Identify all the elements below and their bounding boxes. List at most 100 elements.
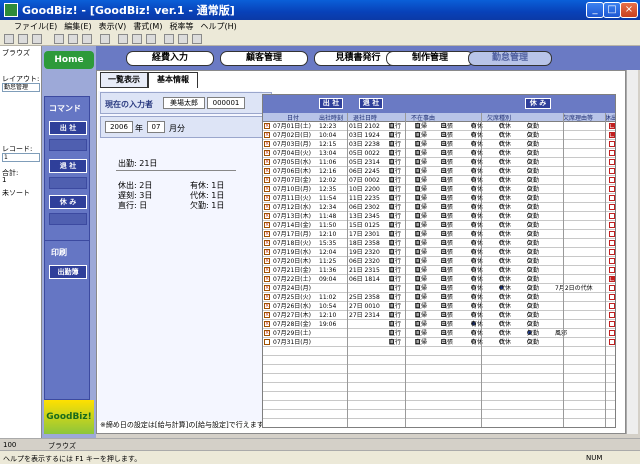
delete-row-icon[interactable]: × xyxy=(264,276,270,282)
delete-row-icon[interactable]: × xyxy=(264,231,270,237)
holiday-checkbox[interactable] xyxy=(609,330,615,336)
row-checkin-time[interactable]: 10:54 xyxy=(319,303,336,311)
delete-row-icon[interactable]: × xyxy=(264,213,270,219)
menu-help[interactable]: ヘルプ(H) xyxy=(200,21,236,32)
row-checkin-time[interactable]: 12:23 xyxy=(319,123,336,131)
row-checkout-time[interactable]: 18日 2358 xyxy=(349,240,380,248)
holiday-checkbox[interactable] xyxy=(609,195,615,201)
row-checkout-time[interactable]: 17日 2301 xyxy=(349,231,380,239)
user-name-field[interactable]: 美場太郎 xyxy=(163,97,205,109)
holiday-checkbox[interactable] xyxy=(609,186,615,192)
align-icon[interactable] xyxy=(164,34,174,44)
delete-row-icon[interactable]: × xyxy=(264,177,270,183)
delete-row-icon[interactable]: × xyxy=(264,285,270,291)
checkout-button[interactable]: 退 社 xyxy=(49,159,87,173)
month-field[interactable]: 07 xyxy=(147,121,165,133)
menu-edit[interactable]: 編集(E) xyxy=(64,21,91,32)
tab-basic-info[interactable]: 基本情報 xyxy=(148,72,198,88)
holiday-checkbox[interactable]: ■ xyxy=(609,123,615,129)
delete-row-icon[interactable]: × xyxy=(264,267,270,273)
record-icon[interactable] xyxy=(118,34,128,44)
row-checkout-time[interactable]: 11日 2235 xyxy=(349,195,380,203)
row-checkin-time[interactable]: 11:25 xyxy=(319,258,336,266)
copy-icon[interactable] xyxy=(68,34,78,44)
row-checkout-time[interactable]: 21日 2315 xyxy=(349,267,380,275)
holiday-checkbox[interactable] xyxy=(609,204,615,210)
row-checkout-time[interactable]: 06日 2320 xyxy=(349,258,380,266)
row-checkout-time[interactable]: 27日 2314 xyxy=(349,312,380,320)
row-checkout-time[interactable]: 19日 2320 xyxy=(349,249,380,257)
row-checkout-time[interactable]: 15日 0125 xyxy=(349,222,380,230)
holiday-checkbox[interactable] xyxy=(609,294,615,300)
delete-row-icon[interactable]: × xyxy=(264,159,270,165)
delete-row-icon[interactable]: × xyxy=(264,204,270,210)
holiday-checkbox[interactable] xyxy=(609,339,615,345)
row-checkin-time[interactable]: 11:36 xyxy=(319,267,336,275)
open-icon[interactable] xyxy=(18,34,28,44)
row-checkout-time[interactable]: 06日 2245 xyxy=(349,168,380,176)
sort-icon[interactable] xyxy=(146,34,156,44)
delete-row-icon[interactable]: × xyxy=(264,294,270,300)
layout-icon[interactable] xyxy=(192,34,202,44)
holiday-checkbox[interactable] xyxy=(609,258,615,264)
year-field[interactable]: 2006 xyxy=(105,121,133,133)
table-leave-button[interactable]: 休 み xyxy=(525,98,551,109)
tab-customers[interactable]: 顧客管理 xyxy=(220,51,308,66)
row-checkin-time[interactable]: 12:35 xyxy=(319,186,336,194)
grid-icon[interactable] xyxy=(178,34,188,44)
row-checkout-time[interactable]: 06日 2302 xyxy=(349,204,380,212)
tab-production[interactable]: 制作管理 xyxy=(386,51,474,66)
user-code-field[interactable]: 000001 xyxy=(207,97,245,109)
holiday-checkbox[interactable] xyxy=(609,267,615,273)
holiday-checkbox[interactable] xyxy=(609,150,615,156)
find-icon[interactable] xyxy=(132,34,142,44)
delete-row-icon[interactable]: × xyxy=(264,249,270,255)
row-checkin-time[interactable]: 11:02 xyxy=(319,294,336,302)
holiday-checkbox[interactable] xyxy=(609,213,615,219)
row-checkout-time[interactable]: 01日 2102 xyxy=(349,123,380,131)
row-checkout-time[interactable]: 13日 2345 xyxy=(349,213,380,221)
delete-row-icon[interactable]: × xyxy=(264,312,270,318)
delete-row-icon[interactable]: × xyxy=(264,150,270,156)
paste-icon[interactable] xyxy=(82,34,92,44)
row-checkout-time[interactable]: 06日 1814 xyxy=(349,276,380,284)
home-button[interactable]: Home xyxy=(44,51,94,69)
holiday-checkbox[interactable] xyxy=(609,240,615,246)
row-checkout-time[interactable]: 05日 0022 xyxy=(349,150,380,158)
attendance-book-button[interactable]: 出勤簿 xyxy=(49,265,87,279)
holiday-checkbox[interactable] xyxy=(609,177,615,183)
menu-tax[interactable]: 税率等 xyxy=(169,21,193,32)
row-checkin-time[interactable]: 12:10 xyxy=(319,312,336,320)
row-checkin-time[interactable]: 12:02 xyxy=(319,177,336,185)
print-icon[interactable] xyxy=(32,34,42,44)
row-checkout-time[interactable]: 03日 2238 xyxy=(349,141,380,149)
row-checkin-time[interactable]: 13:04 xyxy=(319,150,336,158)
holiday-checkbox[interactable] xyxy=(609,159,615,165)
delete-row-icon[interactable]: × xyxy=(264,132,270,138)
holiday-checkbox[interactable] xyxy=(609,321,615,327)
tab-attendance[interactable]: 勤怠管理 xyxy=(468,51,552,66)
maximize-button[interactable]: □ xyxy=(603,2,621,18)
row-checkin-time[interactable]: 11:54 xyxy=(319,195,336,203)
table-checkout-button[interactable]: 退 社 xyxy=(359,98,383,109)
delete-row-icon[interactable]: × xyxy=(264,168,270,174)
record-field[interactable]: 1 xyxy=(2,153,40,162)
row-checkin-time[interactable]: 10:04 xyxy=(319,132,336,140)
layout-select[interactable]: 勤怠管理 xyxy=(2,83,40,92)
tab-list-view[interactable]: 一覧表示 xyxy=(100,72,148,88)
row-checkout-time[interactable]: 07日 0002 xyxy=(349,177,380,185)
holiday-checkbox[interactable] xyxy=(609,231,615,237)
holiday-checkbox[interactable] xyxy=(609,285,615,291)
undo-icon[interactable] xyxy=(100,34,110,44)
row-checkout-time[interactable]: 05日 2314 xyxy=(349,159,380,167)
new-icon[interactable] xyxy=(4,34,14,44)
holiday-checkbox[interactable] xyxy=(609,249,615,255)
vertical-scrollbar[interactable] xyxy=(626,70,638,434)
menu-format[interactable]: 書式(M) xyxy=(133,21,162,32)
row-checkin-time[interactable]: 09:04 xyxy=(319,276,336,284)
holiday-checkbox[interactable] xyxy=(609,303,615,309)
minimize-button[interactable]: _ xyxy=(586,2,604,18)
delete-row-icon[interactable]: × xyxy=(264,321,270,327)
row-reason[interactable]: 7月2日の代休 xyxy=(555,285,593,293)
holiday-checkbox[interactable] xyxy=(609,312,615,318)
